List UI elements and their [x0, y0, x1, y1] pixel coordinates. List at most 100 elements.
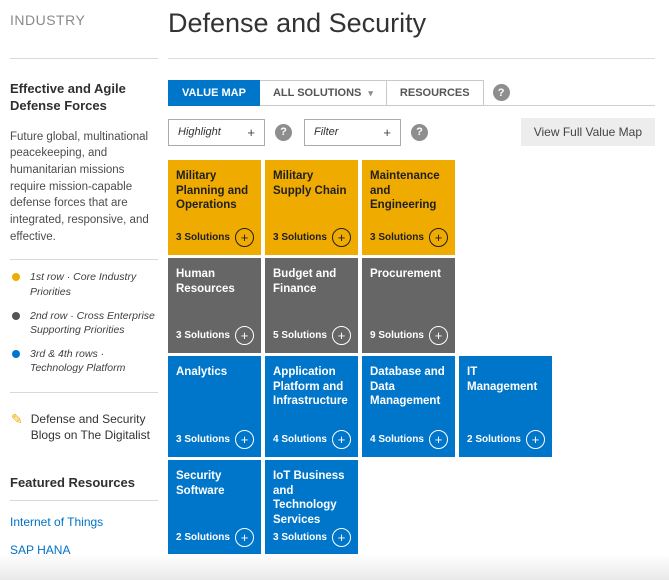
sidebar-divider	[10, 259, 158, 261]
legend-item-cross-enterprise: 2nd row · Cross Enterprise Supporting Pr…	[10, 309, 158, 337]
legend-label: 3rd & 4th rows · Technology Platform	[30, 348, 126, 375]
value-map-tile[interactable]: Maintenance and Engineering 3 Solutions +	[362, 160, 455, 255]
tile-solutions-count: 3 Solutions	[176, 232, 230, 243]
main-content: Defense and Security VALUE MAP ALL SOLUT…	[168, 0, 655, 558]
value-map-tile[interactable]: Application Platform and Infrastructure 4…	[265, 356, 358, 457]
tab-label: RESOURCES	[399, 87, 470, 99]
sidebar-description: Future global, multinational peacekeepin…	[10, 130, 149, 243]
blog-link-label: Defense and Security Blogs on The Digita…	[30, 411, 150, 442]
value-map-tile[interactable]: Military Planning and Operations 3 Soluti…	[168, 160, 261, 255]
tile-footer: 3 Solutions +	[176, 228, 254, 247]
tile-footer: 3 Solutions +	[370, 228, 448, 247]
value-map-tile[interactable]: Budget and Finance 5 Solutions +	[265, 258, 358, 353]
core-priorities-dot-icon	[12, 273, 20, 282]
tile-solutions-count: 3 Solutions	[176, 330, 230, 341]
tile-title: Maintenance and Engineering	[370, 170, 440, 212]
tab-label: VALUE MAP	[182, 87, 246, 99]
sidebar-heading: Effective and Agile Defense Forces	[10, 81, 126, 113]
expand-solutions-button[interactable]: +	[429, 326, 448, 345]
expand-solutions-button[interactable]: +	[332, 528, 351, 547]
value-map-tile[interactable]: Military Supply Chain 3 Solutions +	[265, 160, 358, 255]
tile-title: IT Management	[467, 366, 538, 393]
industry-eyebrow: INDUSTRY	[10, 12, 86, 28]
controls-row: Highlight + ? Filter + ? View Full Value…	[168, 118, 655, 146]
value-map-tile[interactable]: Procurement 9 Solutions +	[362, 258, 455, 353]
tab-value-map[interactable]: VALUE MAP	[168, 80, 260, 106]
tile-solutions-count: 2 Solutions	[176, 532, 230, 543]
tile-footer: 4 Solutions +	[273, 430, 351, 449]
expand-solutions-button[interactable]: +	[332, 430, 351, 449]
tile-title: Security Software	[176, 470, 225, 497]
sidebar-divider	[10, 58, 158, 59]
value-map-row: Military Planning and Operations 3 Soluti…	[168, 160, 655, 255]
sidebar-divider	[10, 499, 158, 501]
value-map-tile[interactable]: Human Resources 3 Solutions +	[168, 258, 261, 353]
filter-help-icon[interactable]: ?	[411, 123, 428, 141]
value-map-tile[interactable]: IoT Business and Technology Services 3 So…	[265, 460, 358, 555]
filter-dropdown[interactable]: Filter +	[304, 118, 401, 146]
expand-solutions-button[interactable]: +	[526, 430, 545, 449]
tile-title: IoT Business and Technology Services	[273, 470, 345, 527]
pencil-icon: ✎	[11, 410, 23, 427]
highlight-help-icon[interactable]: ?	[275, 123, 292, 141]
tile-solutions-count: 5 Solutions	[273, 330, 327, 341]
row-legend: 1st row · Core Industry Priorities 2nd r…	[10, 270, 158, 375]
expand-solutions-button[interactable]: +	[235, 528, 254, 547]
expand-solutions-button[interactable]: +	[429, 430, 448, 449]
tile-title: Military Planning and Operations	[176, 170, 249, 212]
value-map-tile[interactable]: IT Management 2 Solutions +	[459, 356, 552, 457]
featured-resources-heading: Featured Resources	[10, 474, 135, 490]
value-map-row: Security Software 2 Solutions + IoT Busines…	[168, 460, 655, 555]
page-bottom-fade	[0, 554, 669, 580]
digitalist-blog-link[interactable]: ✎ Defense and Security Blogs on The Digi…	[10, 411, 158, 443]
tab-label: ALL SOLUTIONS	[272, 87, 362, 99]
tile-title: Application Platform and Infrastructure	[273, 366, 348, 408]
value-map-tile[interactable]: Analytics 3 Solutions +	[168, 356, 261, 457]
tab-resources[interactable]: RESOURCES	[386, 80, 484, 106]
tile-solutions-count: 3 Solutions	[273, 532, 327, 543]
tab-bar: VALUE MAP ALL SOLUTIONS ▾ RESOURCES ?	[168, 79, 655, 106]
legend-item-core: 1st row · Core Industry Priorities	[10, 270, 158, 298]
tile-solutions-count: 3 Solutions	[370, 232, 424, 243]
sidebar-divider	[10, 391, 158, 393]
expand-solutions-button[interactable]: +	[235, 326, 254, 345]
expand-solutions-button[interactable]: +	[332, 326, 351, 345]
highlight-dropdown[interactable]: Highlight +	[168, 118, 265, 146]
tile-footer: 4 Solutions +	[370, 430, 448, 449]
tile-solutions-count: 3 Solutions	[273, 232, 327, 243]
tile-title: Budget and Finance	[273, 268, 337, 295]
value-map-tile[interactable]: Database and Data Management 4 Solutions +	[362, 356, 455, 457]
legend-label: 2nd row · Cross Enterprise Supporting Pr…	[30, 309, 155, 336]
tile-footer: 3 Solutions +	[176, 326, 254, 345]
tile-title: Analytics	[176, 366, 228, 378]
tile-title: Military Supply Chain	[273, 170, 347, 197]
expand-solutions-button[interactable]: +	[429, 228, 448, 247]
expand-solutions-button[interactable]: +	[235, 430, 254, 449]
tile-title: Database and Data Management	[370, 366, 445, 408]
tile-footer: 3 Solutions +	[273, 228, 351, 247]
tile-footer: 9 Solutions +	[370, 326, 448, 345]
tile-footer: 3 Solutions +	[273, 528, 351, 547]
chevron-down-icon: ▾	[368, 87, 373, 98]
header-divider	[168, 58, 655, 59]
technology-platform-dot-icon	[12, 350, 20, 359]
legend-item-technology: 3rd & 4th rows · Technology Platform	[10, 347, 158, 375]
resource-link-internet-of-things[interactable]: Internet of Things	[10, 515, 158, 529]
tile-footer: 2 Solutions +	[467, 430, 545, 449]
tile-solutions-count: 4 Solutions	[370, 434, 424, 445]
expand-solutions-button[interactable]: +	[235, 228, 254, 247]
highlight-label: Highlight	[178, 126, 221, 138]
cross-enterprise-dot-icon	[12, 311, 20, 320]
sidebar: INDUSTRY Effective and Agile Defense For…	[10, 0, 158, 580]
tile-solutions-count: 3 Solutions	[176, 434, 230, 445]
tab-all-solutions[interactable]: ALL SOLUTIONS ▾	[259, 80, 387, 106]
tile-solutions-count: 2 Solutions	[467, 434, 521, 445]
value-map-row: Human Resources 3 Solutions + Budget and Fi…	[168, 258, 655, 353]
plus-icon: +	[247, 124, 255, 140]
plus-icon: +	[383, 124, 391, 140]
tabs-help-icon[interactable]: ?	[492, 84, 510, 101]
view-full-value-map-button[interactable]: View Full Value Map	[520, 118, 655, 146]
expand-solutions-button[interactable]: +	[332, 228, 351, 247]
value-map-tile[interactable]: Security Software 2 Solutions +	[168, 460, 261, 555]
value-map-row: Analytics 3 Solutions + Application Platfor…	[168, 356, 655, 457]
